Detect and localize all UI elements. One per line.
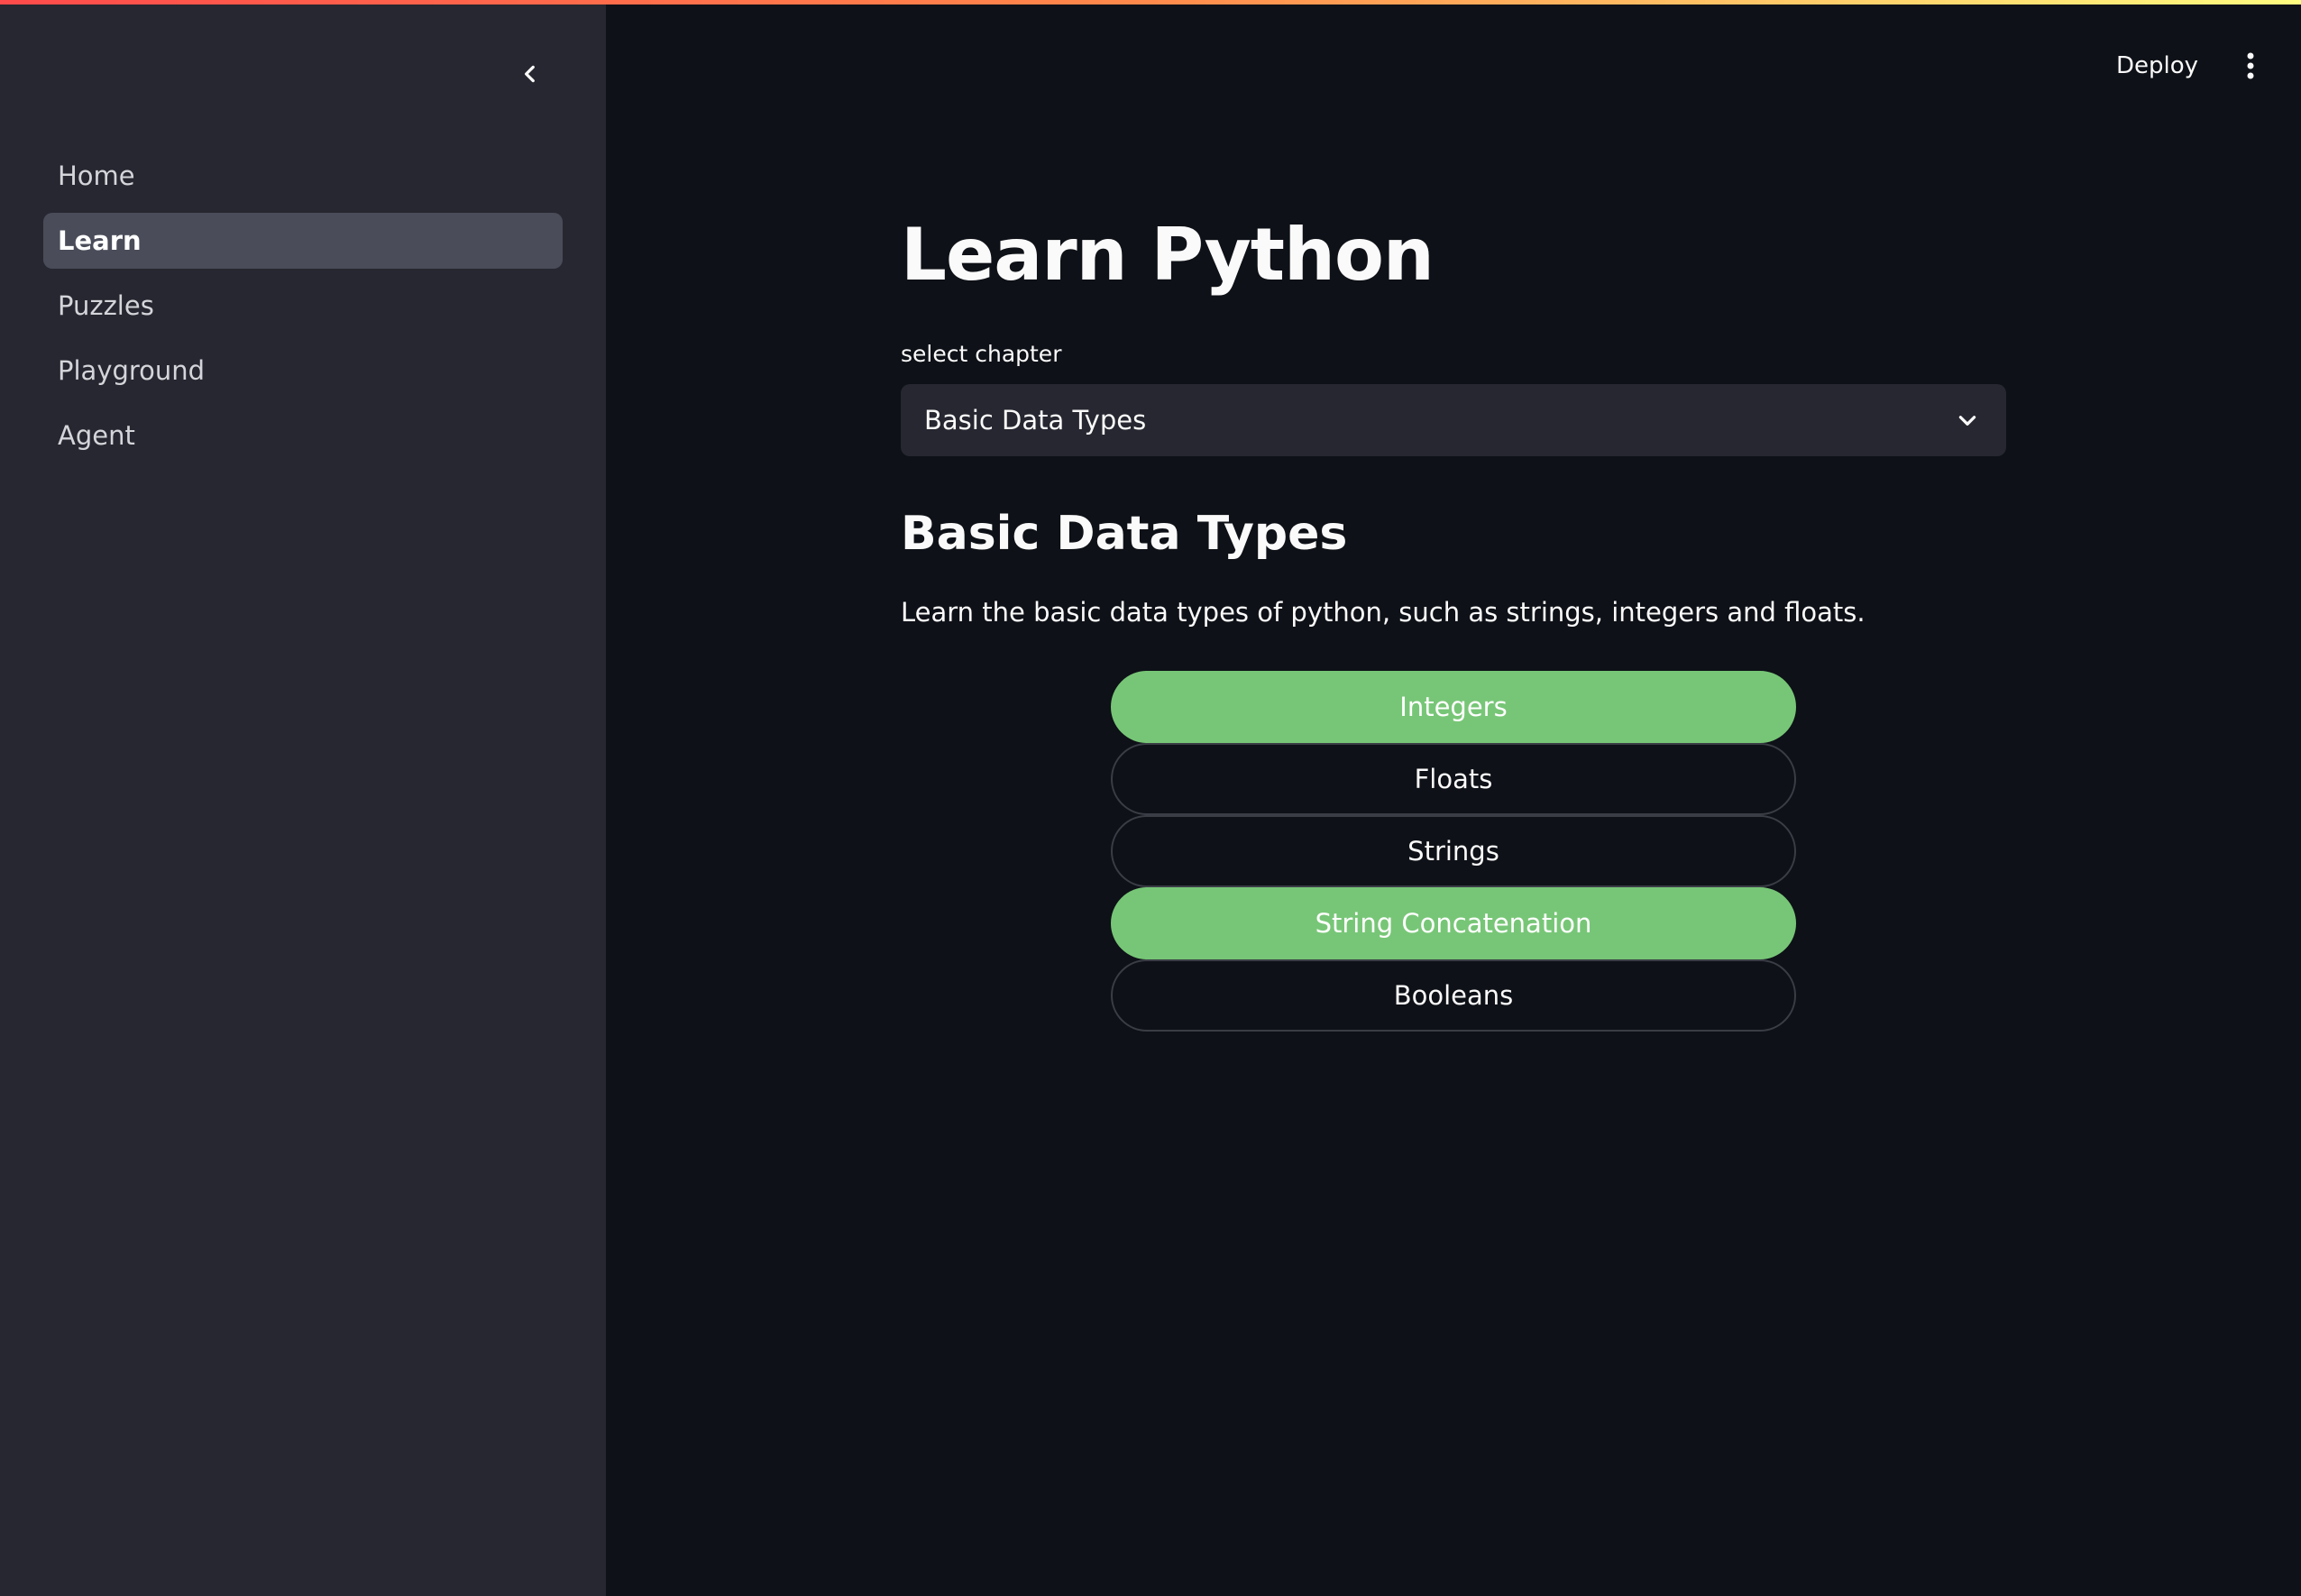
- lesson-button-booleans[interactable]: Booleans: [1111, 959, 1796, 1032]
- lesson-button-floats[interactable]: Floats: [1111, 743, 1796, 815]
- sidebar-item-playground[interactable]: Playground: [43, 343, 563, 399]
- chapter-select-value: Basic Data Types: [924, 405, 1147, 436]
- chevron-left-icon: [525, 65, 535, 83]
- lesson-button-strings[interactable]: Strings: [1111, 815, 1796, 887]
- main-menu-button[interactable]: [2232, 43, 2269, 88]
- sidebar-item-puzzles[interactable]: Puzzles: [43, 278, 563, 334]
- lesson-button-string-concatenation[interactable]: String Concatenation: [1111, 887, 1796, 959]
- deploy-button[interactable]: Deploy: [2102, 45, 2213, 87]
- header-actions: Deploy: [2102, 43, 2269, 88]
- more-vertical-icon: [2247, 52, 2254, 79]
- chapter-select[interactable]: Basic Data Types: [901, 384, 2006, 456]
- lesson-button-integers[interactable]: Integers: [1111, 671, 1796, 743]
- chevron-down-icon: [1958, 416, 1976, 426]
- sidebar-item-home[interactable]: Home: [43, 148, 563, 204]
- chapter-heading: Basic Data Types: [901, 507, 1348, 561]
- sidebar-item-learn[interactable]: Learn: [43, 213, 563, 269]
- sidebar-item-agent[interactable]: Agent: [43, 408, 563, 463]
- sidebar: Home Learn Puzzles Playground Agent: [0, 0, 606, 1596]
- page-title: Learn Python: [901, 213, 1435, 297]
- collapse-sidebar-button[interactable]: [510, 54, 550, 94]
- lesson-list: Integers Floats Strings String Concatena…: [1111, 671, 1796, 1032]
- chapter-description: Learn the basic data types of python, su…: [901, 597, 1866, 628]
- chapter-select-label: select chapter: [901, 341, 1062, 367]
- sidebar-nav: Home Learn Puzzles Playground Agent: [43, 148, 563, 472]
- top-decoration-bar: [0, 0, 2301, 5]
